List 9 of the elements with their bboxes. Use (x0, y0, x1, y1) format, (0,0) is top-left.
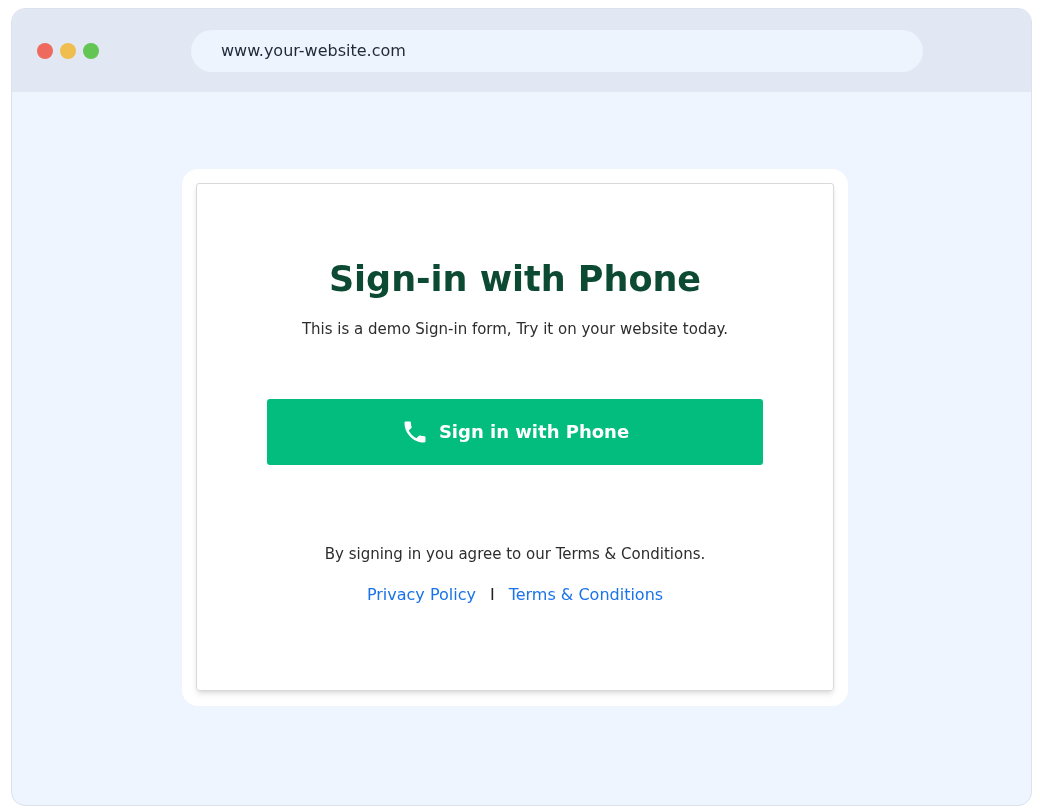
url-text: www.your-website.com (221, 39, 406, 62)
address-bar[interactable]: www.your-website.com (191, 29, 923, 72)
terms-link[interactable]: Terms & Conditions (508, 583, 664, 607)
agreement-text: By signing in you agree to our Terms & Conditions. (324, 543, 706, 565)
card-title: Sign-in with Phone (328, 258, 702, 301)
privacy-policy-link[interactable]: Privacy Policy (366, 583, 476, 607)
link-separator: I (489, 584, 495, 606)
sign-in-button[interactable]: Sign in with Phone (267, 398, 763, 465)
card-subtitle: This is a demo Sign-in form, Try it on your website today. (301, 319, 729, 340)
